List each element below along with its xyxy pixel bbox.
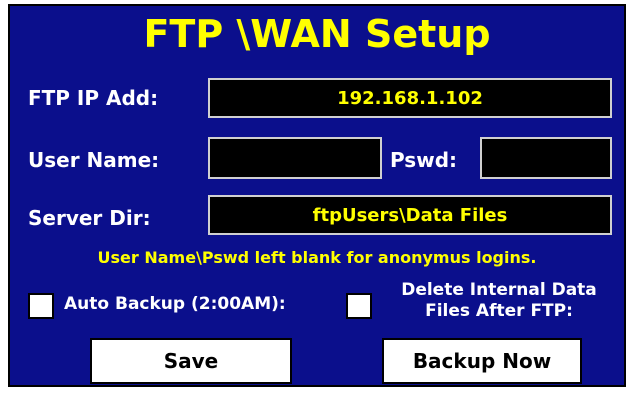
ftp-wan-setup-panel: FTP \WAN Setup FTP IP Add: 192.168.1.102… — [8, 4, 626, 387]
delete-after-ftp-label: Delete Internal Data Files After FTP: — [382, 280, 616, 322]
server-dir-field[interactable]: ftpUsers\Data Files — [208, 195, 612, 235]
ftp-ip-field[interactable]: 192.168.1.102 — [208, 78, 612, 118]
backup-now-button[interactable]: Backup Now — [382, 338, 582, 384]
user-name-field[interactable] — [208, 137, 382, 179]
pswd-label: Pswd: — [390, 148, 458, 172]
page-title: FTP \WAN Setup — [143, 12, 491, 56]
user-name-label: User Name: — [28, 148, 160, 172]
ftp-ip-label: FTP IP Add: — [28, 86, 159, 110]
delete-after-ftp-checkbox[interactable] — [346, 293, 372, 319]
pswd-field[interactable] — [480, 137, 612, 179]
server-dir-label: Server Dir: — [28, 206, 151, 230]
delete-after-ftp-label-line1: Delete Internal Data — [401, 280, 597, 300]
anonymous-login-note: User Name\Pswd left blank for anonymus l… — [97, 248, 537, 267]
delete-after-ftp-label-line2: Files After FTP: — [425, 301, 573, 321]
save-button[interactable]: Save — [90, 338, 292, 384]
auto-backup-checkbox[interactable] — [28, 293, 54, 319]
auto-backup-label: Auto Backup (2:00AM): — [64, 294, 286, 314]
